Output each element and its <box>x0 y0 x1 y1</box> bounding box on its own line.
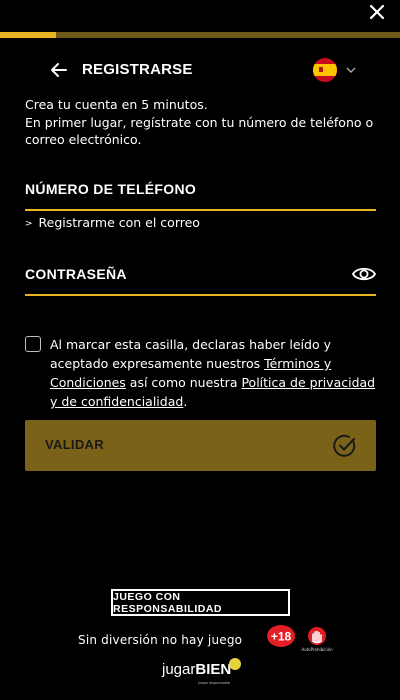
password-visibility-toggle[interactable] <box>351 264 377 284</box>
arrow-left-icon <box>51 63 67 77</box>
logo-bold-text: BIEN <box>195 661 232 678</box>
autoprohibition-logo[interactable]: AutoProhibición <box>300 626 334 652</box>
terms-text-after: . <box>183 394 188 409</box>
back-button[interactable] <box>49 60 69 80</box>
chevron-right-icon: > <box>25 219 33 229</box>
logo-light-text: jugar <box>162 661 196 678</box>
phone-field-label: NÚMERO DE TELÉFONO <box>25 181 197 197</box>
tagline: Sin diversión no hay juego <box>78 633 243 647</box>
password-field-label: CONTRASEÑA <box>25 266 127 282</box>
progress-fill <box>0 32 56 38</box>
spain-flag-icon <box>313 58 337 82</box>
responsible-gaming-label: JUEGO CON RESPONSABILIDAD <box>113 590 223 615</box>
terms-text-middle: así como nuestra <box>125 375 242 390</box>
eye-icon <box>351 267 377 281</box>
terms-checkbox[interactable] <box>25 336 41 352</box>
logo-subtitle: juego responsable <box>198 681 231 685</box>
age-18-badge: +18 <box>267 625 295 647</box>
intro-line-2: En primer lugar, regístrate con tu númer… <box>25 114 374 148</box>
intro-line-1: Crea tu cuenta en 5 minutos. <box>25 97 208 112</box>
jugarbien-logo[interactable]: jugar BIEN juego responsable <box>162 658 241 687</box>
phone-field[interactable] <box>25 209 376 211</box>
password-field[interactable] <box>25 294 376 296</box>
autoprohibition-caption: AutoProhibición <box>301 647 333 652</box>
stop-hand-icon <box>308 627 326 645</box>
email-link-label: Registrarme con el correo <box>38 215 200 230</box>
age-18-text: +18 <box>271 630 292 644</box>
intro-text: Crea tu cuenta en 5 minutos. En primer l… <box>25 96 385 149</box>
close-button[interactable] <box>367 2 387 22</box>
chevron-down-icon <box>346 67 356 73</box>
header: REGISTRARSE <box>0 56 400 86</box>
responsible-gaming-button[interactable]: JUEGO CON RESPONSABILIDAD <box>111 589 290 616</box>
check-circle-icon <box>333 434 356 457</box>
language-selector[interactable] <box>313 58 357 82</box>
page-title: REGISTRARSE <box>82 61 193 78</box>
progress-bar <box>0 32 400 38</box>
logo-dot <box>229 658 241 670</box>
validate-label: VALIDAR <box>45 437 104 452</box>
register-with-email-link[interactable]: > Registrarme con el correo <box>25 215 200 230</box>
terms-text: Al marcar esta casilla, declaras haber l… <box>50 335 380 411</box>
close-icon <box>369 4 385 20</box>
validate-button[interactable]: VALIDAR <box>25 420 376 471</box>
